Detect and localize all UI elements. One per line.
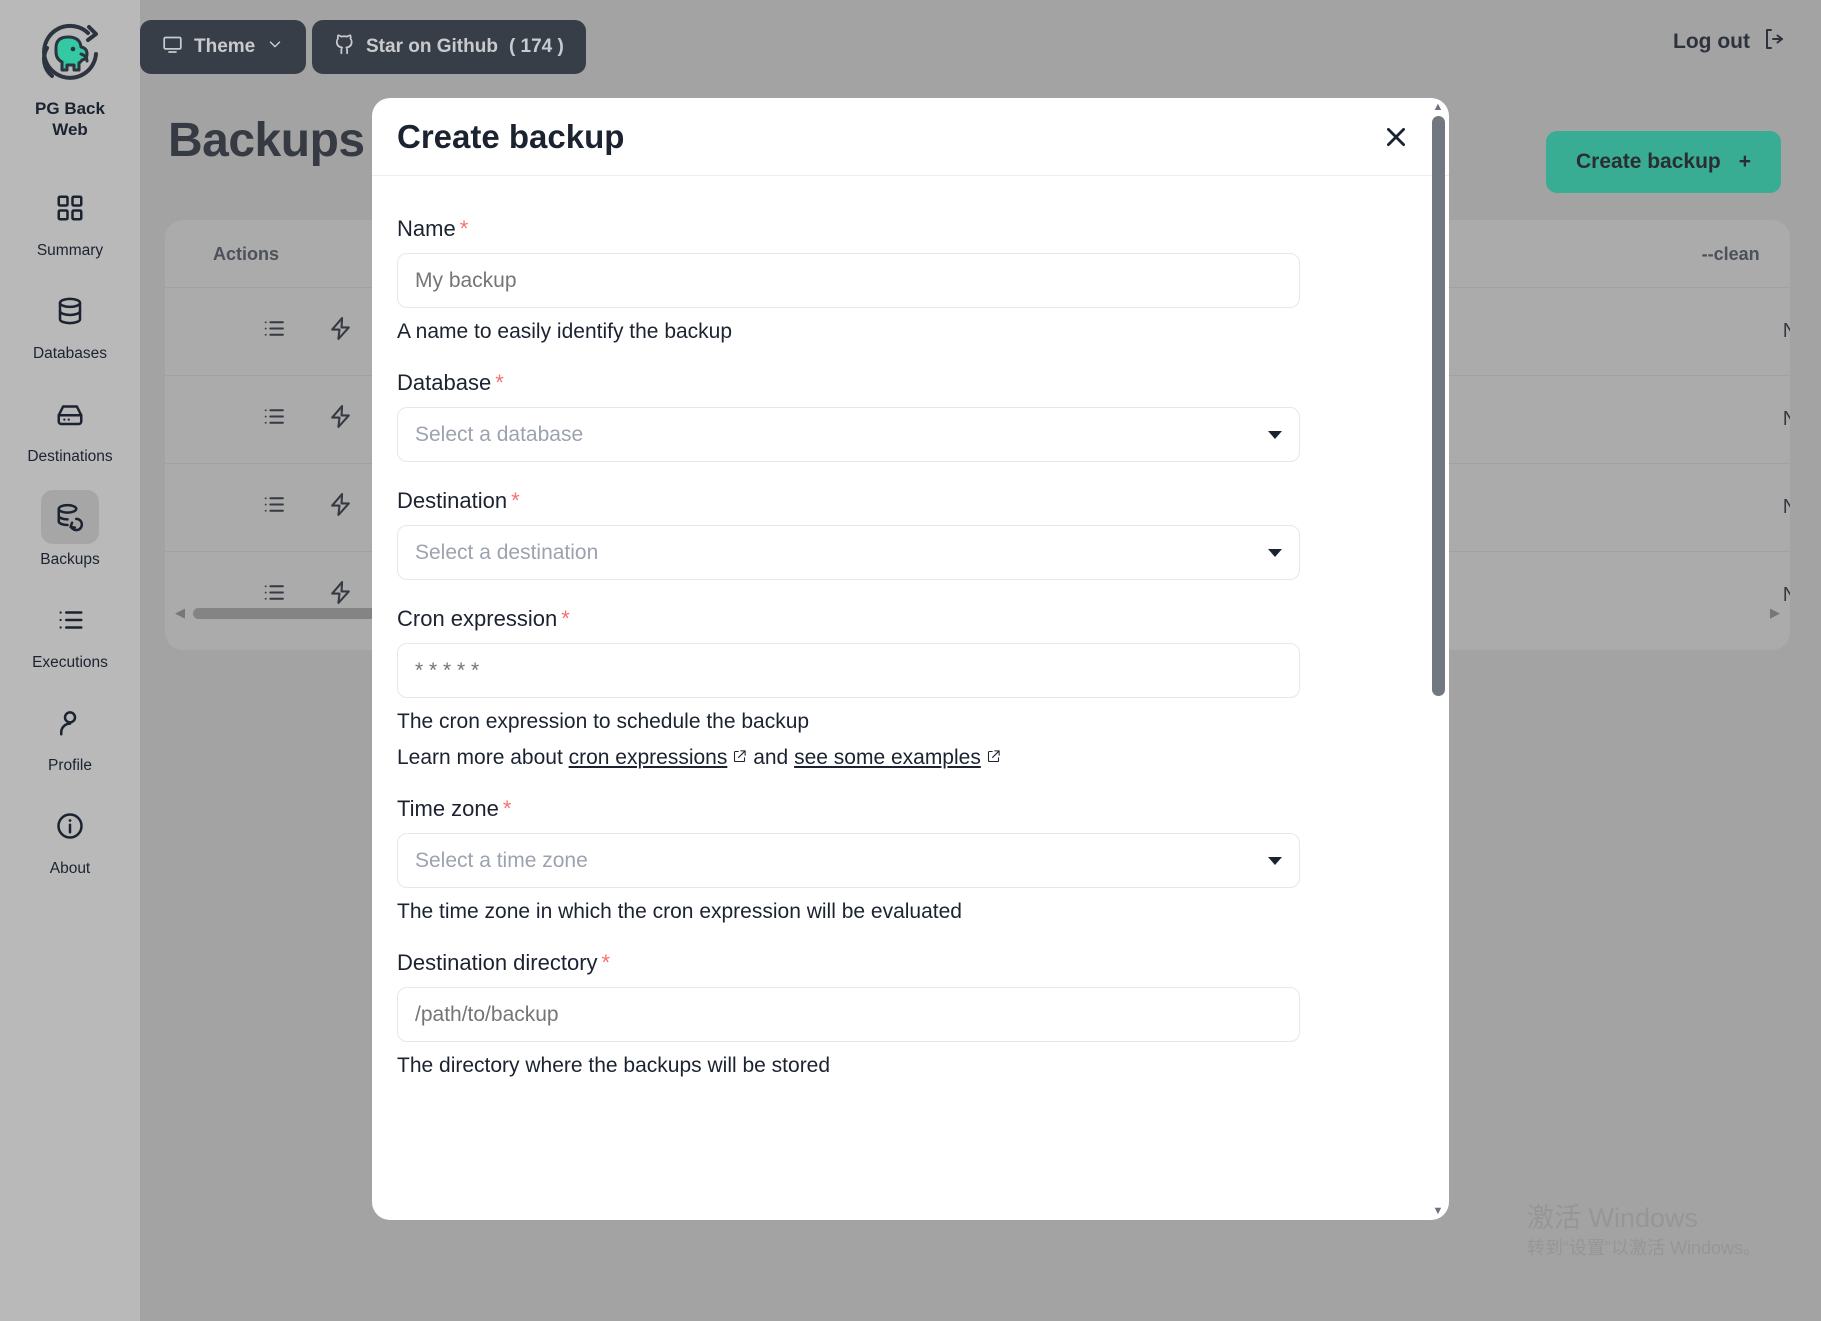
cron-expressions-link[interactable]: cron expressions — [569, 746, 728, 769]
label-text: Time zone — [397, 796, 499, 821]
label-text: Destination — [397, 488, 508, 513]
modal-title: Create backup — [397, 117, 625, 155]
brand-name: PG Back Web — [35, 99, 105, 140]
sidebar-item-label: Profile — [48, 756, 92, 774]
field-database: Database * Select a database — [397, 370, 1419, 462]
database-restore-icon — [41, 489, 99, 544]
chevron-down-icon — [1268, 856, 1282, 865]
modal-vertical-scrollbar[interactable]: ▲ ▼ — [1427, 98, 1449, 1220]
modal-header: Create backup — [372, 98, 1449, 176]
field-label-name: Name * — [397, 216, 1419, 242]
see-some-examples-link[interactable]: see some examples — [794, 746, 981, 769]
time-zone-select[interactable]: Select a time zone — [397, 833, 1300, 888]
field-destination: Destination * Select a destination — [397, 488, 1419, 580]
user-icon — [41, 696, 99, 750]
field-destination-directory: Destination directory* The directory whe… — [397, 950, 1419, 1078]
required-asterisk: * — [511, 488, 520, 513]
modal-scroll-track[interactable] — [1431, 116, 1445, 1202]
sidebar-item-label: Summary — [36, 241, 104, 259]
brand[interactable]: PG Back Web — [24, 18, 116, 141]
field-label-cron: Cron expression * — [397, 606, 1419, 632]
required-asterisk: * — [459, 216, 469, 241]
app-root: PG Back Web Summary Databases Destinatio… — [0, 0, 1821, 1321]
destination-select-value: Select a destination — [415, 540, 599, 564]
database-select[interactable]: Select a database — [397, 407, 1300, 462]
learn-more-middle: and — [747, 746, 795, 769]
destination-select[interactable]: Select a destination — [397, 525, 1300, 580]
field-name: Name* A name to easily identify the back… — [397, 216, 1419, 344]
required-asterisk: * — [502, 796, 512, 821]
sidebar: PG Back Web Summary Databases Destinatio… — [0, 0, 140, 1321]
sidebar-item-label: About — [49, 859, 91, 877]
close-icon[interactable] — [1378, 119, 1414, 155]
label-text: Cron expression — [397, 606, 558, 631]
sidebar-item-summary[interactable]: Summary — [10, 181, 130, 260]
field-helper-cron: The cron expression to schedule the back… — [397, 710, 810, 733]
sidebar-item-profile[interactable]: Profile — [10, 696, 130, 775]
field-label-database: Database * — [397, 370, 1419, 396]
database-icon — [41, 284, 99, 338]
info-icon — [41, 799, 99, 853]
grid-icon — [41, 181, 99, 235]
name-input[interactable] — [397, 253, 1300, 308]
field-label-timezone: Time zone * — [397, 796, 1419, 822]
field-time-zone: Time zone * Select a time zone The time z… — [397, 796, 1419, 924]
database-select-value: Select a database — [415, 422, 584, 446]
sidebar-item-label: Databases — [32, 344, 108, 362]
hard-drive-icon — [41, 387, 99, 441]
label-text: Database — [397, 370, 492, 395]
modal-body: Name* A name to easily identify the back… — [372, 176, 1449, 1220]
sidebar-item-destinations[interactable]: Destinations — [10, 387, 130, 466]
sidebar-item-backups[interactable]: Backups — [10, 489, 130, 569]
required-asterisk: * — [561, 606, 570, 631]
scroll-down-arrow[interactable]: ▼ — [1433, 1202, 1444, 1220]
field-label-destination-directory: Destination directory * — [397, 950, 1419, 976]
time-zone-select-value: Select a time zone — [415, 848, 588, 872]
list-icon — [41, 593, 99, 647]
elephant-logo-icon — [33, 18, 107, 92]
sidebar-item-label: Destinations — [27, 447, 113, 465]
required-asterisk: * — [495, 370, 504, 395]
chevron-down-icon — [1268, 548, 1282, 557]
label-text: Name — [397, 216, 456, 241]
field-helper-destination-directory: The directory where the backups will be … — [397, 1054, 831, 1077]
chevron-down-icon — [1268, 430, 1282, 439]
sidebar-item-label: Backups — [40, 550, 100, 568]
external-link-icon — [732, 746, 747, 763]
destination-directory-input[interactable] — [397, 987, 1300, 1042]
scroll-up-arrow[interactable]: ▲ — [1433, 98, 1444, 116]
cron-links-line: Learn more about cron expressions and se… — [397, 746, 1419, 770]
sidebar-item-databases[interactable]: Databases — [10, 284, 130, 363]
required-asterisk: * — [601, 950, 611, 975]
sidebar-item-about[interactable]: About — [10, 799, 130, 878]
sidebar-item-label: Executions — [32, 653, 108, 671]
external-link-icon — [986, 746, 1001, 763]
field-helper-timezone: The time zone in which the cron expressi… — [397, 900, 962, 923]
field-cron-expression: Cron expression* The cron expression to … — [397, 606, 1419, 770]
cron-expression-input[interactable] — [397, 643, 1300, 698]
field-label-destination: Destination * — [397, 488, 1419, 514]
create-backup-modal: Create backup Name* A name to easily ide… — [372, 98, 1449, 1220]
label-text: Destination directory — [397, 950, 598, 975]
sidebar-item-executions[interactable]: Executions — [10, 593, 130, 672]
field-helper-name: A name to easily identify the backup — [397, 320, 733, 343]
modal-scroll-thumb[interactable] — [1431, 116, 1445, 696]
learn-more-prefix: Learn more about — [397, 746, 569, 769]
